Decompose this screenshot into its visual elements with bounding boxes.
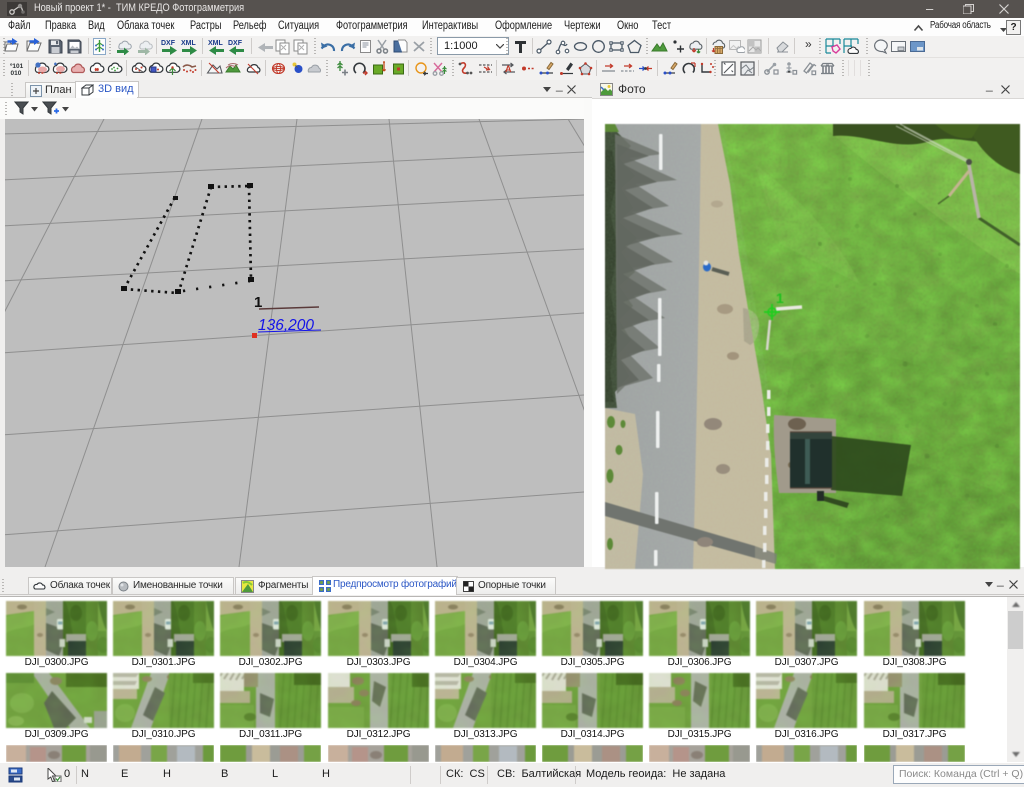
svg-text:A: A <box>505 64 512 74</box>
svg-text:DXF: DXF <box>228 40 243 47</box>
svg-text:XML: XML <box>208 40 224 47</box>
svg-text:DXF: DXF <box>161 40 176 47</box>
svg-text:XML: XML <box>181 40 197 47</box>
svg-text:1: 1 <box>776 290 784 306</box>
